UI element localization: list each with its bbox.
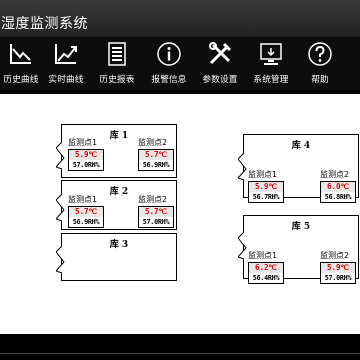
temperature-value: 5.7℃ xyxy=(139,207,173,217)
system-management-button[interactable]: 系统管理 xyxy=(249,41,293,89)
humidity-value: 56.8RH% xyxy=(324,193,352,201)
history-report-icon xyxy=(108,42,126,66)
room-3-door xyxy=(56,246,65,273)
history-curve-button[interactable]: 历史曲线 xyxy=(2,41,40,89)
alarm-info-button[interactable]: 报警信息 xyxy=(147,41,191,89)
reading-box: 5.7℃ 57.0RH% xyxy=(138,206,174,228)
room-5-point-1[interactable]: 监测点1 6.2℃ 56.4RH% xyxy=(248,251,284,284)
realtime-curve-button[interactable]: 实时曲线 xyxy=(44,41,88,89)
room-5-point-2[interactable]: 监测点2 5.9℃ 57.0RH% xyxy=(320,251,356,284)
realtime-curve-icon xyxy=(55,44,77,64)
humidity-value: 56.4RH% xyxy=(252,274,280,282)
point-name: 监测点1 xyxy=(68,138,98,147)
help-icon xyxy=(308,42,332,66)
temperature-value: 5.9℃ xyxy=(249,182,283,192)
point-name: 监测点1 xyxy=(248,251,278,260)
status-bar xyxy=(0,334,360,360)
info-icon xyxy=(157,42,181,66)
room-1[interactable]: 库 1 监测点1 5.9℃ 57.0RH% 监测点2 5.7℃ 56.9RH% xyxy=(56,124,177,178)
reading-box: 6.2℃ 56.4RH% xyxy=(248,262,284,284)
temperature-value: 5.7℃ xyxy=(139,150,173,160)
room-1-point-2[interactable]: 监测点2 5.7℃ 56.9RH% xyxy=(138,138,174,171)
reading-box: 5.9℃ 56.7RH% xyxy=(248,181,284,203)
temperature-value: 6.2℃ xyxy=(249,263,283,273)
point-name: 监测点1 xyxy=(68,195,98,204)
system-icon xyxy=(260,43,282,65)
humidity-value: 57.0RH% xyxy=(324,274,352,282)
realtime-curve-label: 实时曲线 xyxy=(48,75,84,85)
point-name: 监测点1 xyxy=(248,170,278,179)
point-name: 监测点2 xyxy=(138,195,168,204)
title-bar: 湿度监测系统 xyxy=(0,0,360,37)
help-label: 帮助 xyxy=(311,75,329,85)
temperature-value: 5.9℃ xyxy=(321,263,355,273)
history-curve-label: 历史曲线 xyxy=(3,75,39,85)
status-divider xyxy=(0,353,360,354)
history-report-button[interactable]: 历史报表 xyxy=(95,41,139,89)
room-4-point-2[interactable]: 监测点2 6.0℃ 56.8RH% xyxy=(320,170,356,203)
humidity-value: 57.0RH% xyxy=(142,218,170,226)
reading-box: 5.9℃ 57.0RH% xyxy=(320,262,356,284)
room-1-point-1[interactable]: 监测点1 5.9℃ 57.0RH% xyxy=(68,138,104,171)
help-button[interactable]: 帮助 xyxy=(305,41,335,89)
history-report-label: 历史报表 xyxy=(99,75,135,85)
humidity-value: 57.0RH% xyxy=(72,161,100,169)
room-2[interactable]: 库 2 监测点1 5.7℃ 56.9RH% 监测点2 5.7℃ 57.0RH% xyxy=(56,180,177,230)
temperature-value: 6.0℃ xyxy=(321,182,355,192)
app-title: 湿度监测系统 xyxy=(1,16,88,32)
parameter-settings-label: 参数设置 xyxy=(202,75,238,85)
history-curve-icon xyxy=(10,44,31,64)
reading-box: 5.9℃ 57.0RH% xyxy=(68,149,104,171)
parameter-settings-button[interactable]: 参数设置 xyxy=(198,41,242,89)
reading-box: 5.7℃ 56.9RH% xyxy=(138,149,174,171)
humidity-value: 56.7RH% xyxy=(252,193,280,201)
reading-box: 6.0℃ 56.8RH% xyxy=(320,181,356,203)
toolbar: 历史曲线 实时曲线 历史报表 报警信息 参数设置 系统管理 帮助 xyxy=(0,37,360,90)
tools-icon xyxy=(209,42,232,65)
monitor-panel: 库 1 监测点1 5.9℃ 57.0RH% 监测点2 5.7℃ 56.9RH% … xyxy=(0,94,360,334)
alarm-info-label: 报警信息 xyxy=(151,75,187,85)
room-4-title: 库 4 xyxy=(291,141,311,151)
room-2-point-1[interactable]: 监测点1 5.7℃ 56.9RH% xyxy=(68,195,104,228)
room-5-title: 库 5 xyxy=(291,222,311,232)
system-management-label: 系统管理 xyxy=(253,75,289,85)
point-name: 监测点2 xyxy=(320,170,350,179)
room-4-point-1[interactable]: 监测点1 5.9℃ 56.7RH% xyxy=(248,170,284,203)
room-3[interactable]: 库 3 xyxy=(56,233,177,281)
point-name: 监测点2 xyxy=(138,138,168,147)
room-5[interactable]: 库 5 监测点1 6.2℃ 56.4RH% 监测点2 5.9℃ 57.0RH% xyxy=(238,215,359,284)
room-4[interactable]: 库 4 监测点1 5.9℃ 56.7RH% 监测点2 6.0℃ 56.8RH% xyxy=(238,134,359,203)
point-name: 监测点2 xyxy=(320,251,350,260)
temperature-value: 5.7℃ xyxy=(69,207,103,217)
room-3-title: 库 3 xyxy=(109,240,129,250)
room-2-point-2[interactable]: 监测点2 5.7℃ 57.0RH% xyxy=(138,195,174,228)
reading-box: 5.7℃ 56.9RH% xyxy=(68,206,104,228)
humidity-value: 56.9RH% xyxy=(72,218,100,226)
temperature-value: 5.9℃ xyxy=(69,150,103,160)
humidity-value: 56.9RH% xyxy=(142,161,170,169)
